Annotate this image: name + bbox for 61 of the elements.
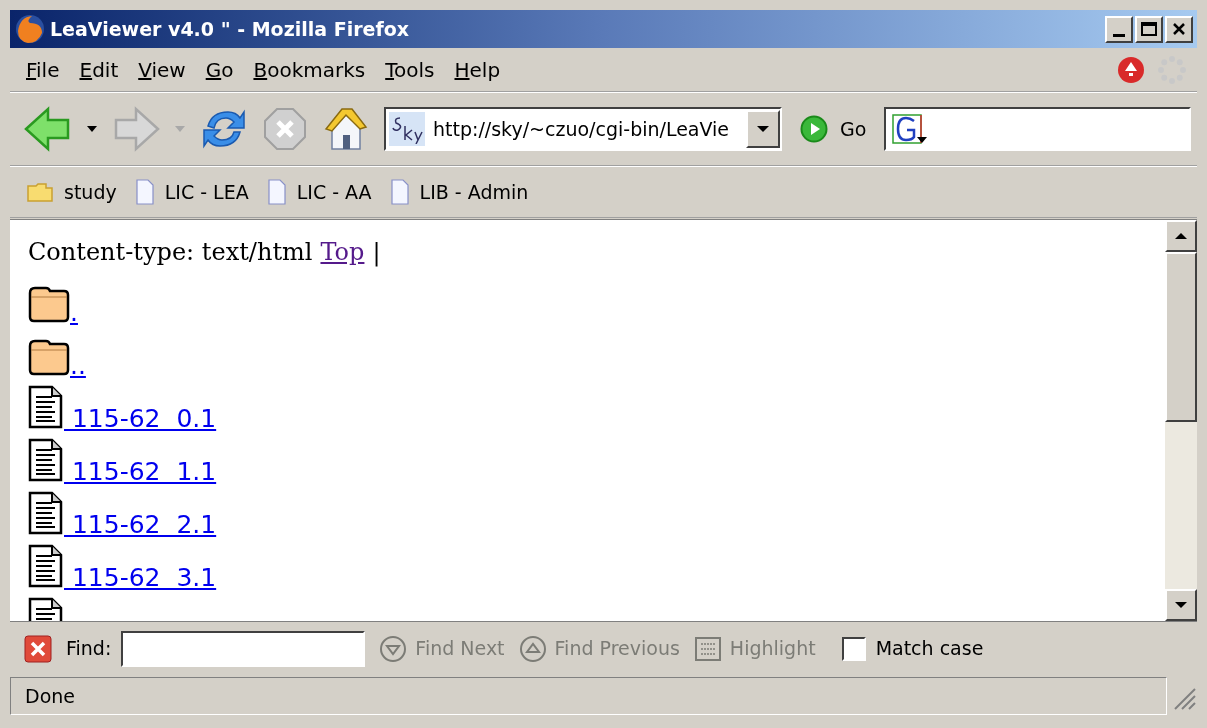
highlight-icon bbox=[693, 634, 722, 663]
minimize-button[interactable] bbox=[1105, 15, 1133, 43]
bookmark-item[interactable]: LIB - Admin bbox=[389, 177, 529, 207]
url-text: http://sky/~czuo/cgi-bin/LeaVie bbox=[433, 116, 731, 142]
play-icon bbox=[800, 115, 828, 143]
menu-item[interactable]: Tools bbox=[375, 54, 445, 85]
file-link[interactable]: 115-62 0.1 bbox=[64, 406, 217, 431]
document-icon bbox=[28, 544, 64, 588]
firefox-icon bbox=[14, 13, 46, 45]
page-icon bbox=[134, 179, 155, 205]
page-icon bbox=[389, 179, 410, 205]
file-link[interactable]: 115-62 2.1 bbox=[64, 512, 217, 537]
bookmark-item[interactable]: LIC - LEA bbox=[134, 177, 249, 207]
menu-item[interactable]: Help bbox=[444, 54, 511, 85]
close-icon bbox=[1172, 22, 1186, 36]
scroll-thumb[interactable] bbox=[1165, 252, 1197, 422]
folder-icon bbox=[26, 181, 54, 203]
dropdown-caret-icon[interactable] bbox=[86, 125, 98, 133]
maximize-button[interactable] bbox=[1135, 15, 1163, 43]
match-case-checkbox[interactable] bbox=[841, 636, 866, 661]
menu-item[interactable]: View bbox=[128, 54, 196, 85]
scroll-down-button[interactable] bbox=[1165, 589, 1197, 621]
document-icon bbox=[28, 491, 64, 535]
search-engine-icon[interactable] bbox=[892, 113, 929, 145]
content-type-text: Content-type: text/html bbox=[28, 237, 313, 268]
status-bar: Done bbox=[10, 677, 1167, 715]
menu-item[interactable]: Go bbox=[195, 54, 244, 85]
folder-link[interactable]: . bbox=[70, 300, 78, 325]
vertical-scrollbar[interactable] bbox=[1165, 220, 1197, 621]
folder-icon bbox=[28, 338, 70, 376]
folder-link[interactable]: .. bbox=[70, 353, 86, 378]
alert-icon[interactable] bbox=[1117, 55, 1145, 84]
menu-item[interactable]: File bbox=[16, 54, 70, 85]
bookmark-item[interactable]: LIC - AA bbox=[266, 177, 372, 207]
document-icon bbox=[28, 438, 64, 482]
down-arrow-icon bbox=[1174, 601, 1188, 609]
match-case-label: Match case bbox=[875, 636, 984, 662]
top-link[interactable]: Top bbox=[320, 234, 365, 270]
caret-icon bbox=[756, 125, 770, 133]
home-icon[interactable] bbox=[322, 105, 370, 153]
site-icon bbox=[389, 112, 425, 146]
menu-item[interactable]: Bookmarks bbox=[243, 54, 376, 85]
bookmark-item[interactable]: study bbox=[26, 177, 117, 207]
folder-icon bbox=[28, 285, 70, 323]
menu-item[interactable]: Edit bbox=[69, 54, 129, 85]
separator-text: | bbox=[372, 237, 381, 269]
close-button[interactable] bbox=[1165, 15, 1193, 43]
search-field[interactable] bbox=[884, 107, 1191, 151]
go-button[interactable]: Go bbox=[796, 114, 871, 144]
find-field[interactable] bbox=[121, 630, 366, 667]
document-icon bbox=[28, 385, 64, 429]
file-link[interactable]: 115-62 3.1 bbox=[64, 565, 217, 590]
address-dropdown-button[interactable] bbox=[746, 110, 780, 148]
find-label: Find: bbox=[66, 636, 112, 662]
up-arrow-icon bbox=[1174, 232, 1188, 240]
scroll-up-button[interactable] bbox=[1165, 220, 1197, 252]
address-field[interactable]: http://sky/~czuo/cgi-bin/LeaVie bbox=[384, 107, 782, 151]
file-link[interactable]: 115-62 1.1 bbox=[64, 459, 217, 484]
window-title: LeaViewer v4.0 " - Mozilla Firefox bbox=[50, 16, 409, 42]
page-icon bbox=[266, 179, 287, 205]
close-find-icon[interactable] bbox=[24, 634, 52, 663]
